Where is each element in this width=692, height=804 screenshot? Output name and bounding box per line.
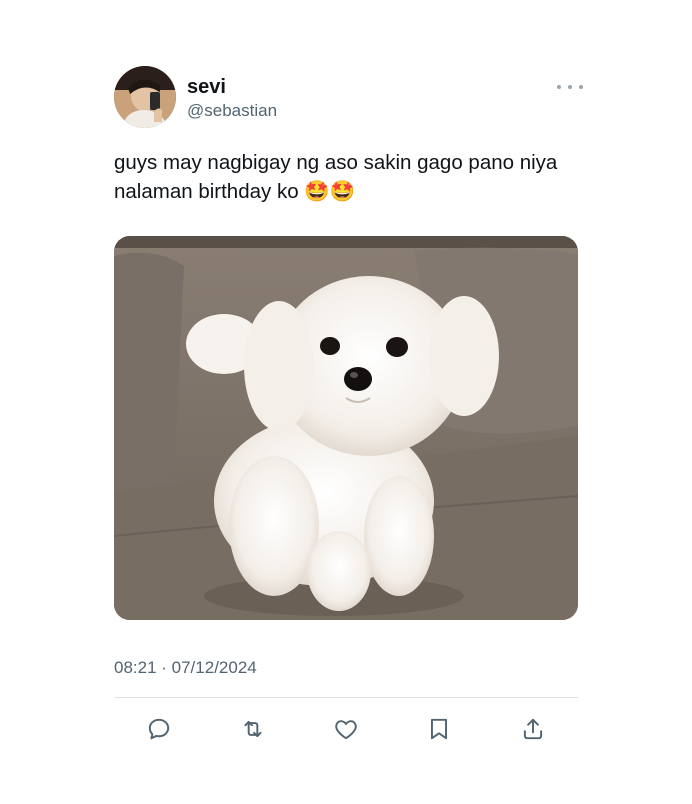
- divider: [114, 697, 578, 698]
- retweet-icon: [244, 720, 262, 738]
- puppy-photo: [114, 236, 578, 620]
- avatar-photo: [114, 66, 176, 128]
- more-options-icon[interactable]: [557, 80, 583, 94]
- display-name[interactable]: sevi: [187, 76, 226, 98]
- bookmark-button[interactable]: [424, 714, 454, 744]
- bookmark-icon: [430, 718, 448, 740]
- tweet-media-image[interactable]: [114, 236, 578, 620]
- avatar[interactable]: [114, 66, 176, 128]
- username-handle[interactable]: @sebastian: [187, 101, 277, 121]
- reply-icon: [148, 718, 170, 740]
- tweet-card: sevi @sebastian guys may nagbigay ng aso…: [0, 0, 692, 804]
- tweet-timestamp[interactable]: 08:21 · 07/12/2024: [114, 658, 257, 678]
- reply-button[interactable]: [144, 714, 174, 744]
- retweet-button[interactable]: [238, 714, 268, 744]
- share-icon: [523, 718, 543, 740]
- action-bar: [114, 710, 578, 750]
- share-button[interactable]: [518, 714, 548, 744]
- tweet-text: guys may nagbigay ng aso sakin gago pano…: [114, 151, 558, 203]
- heart-icon: [335, 720, 357, 740]
- like-button[interactable]: [331, 714, 361, 744]
